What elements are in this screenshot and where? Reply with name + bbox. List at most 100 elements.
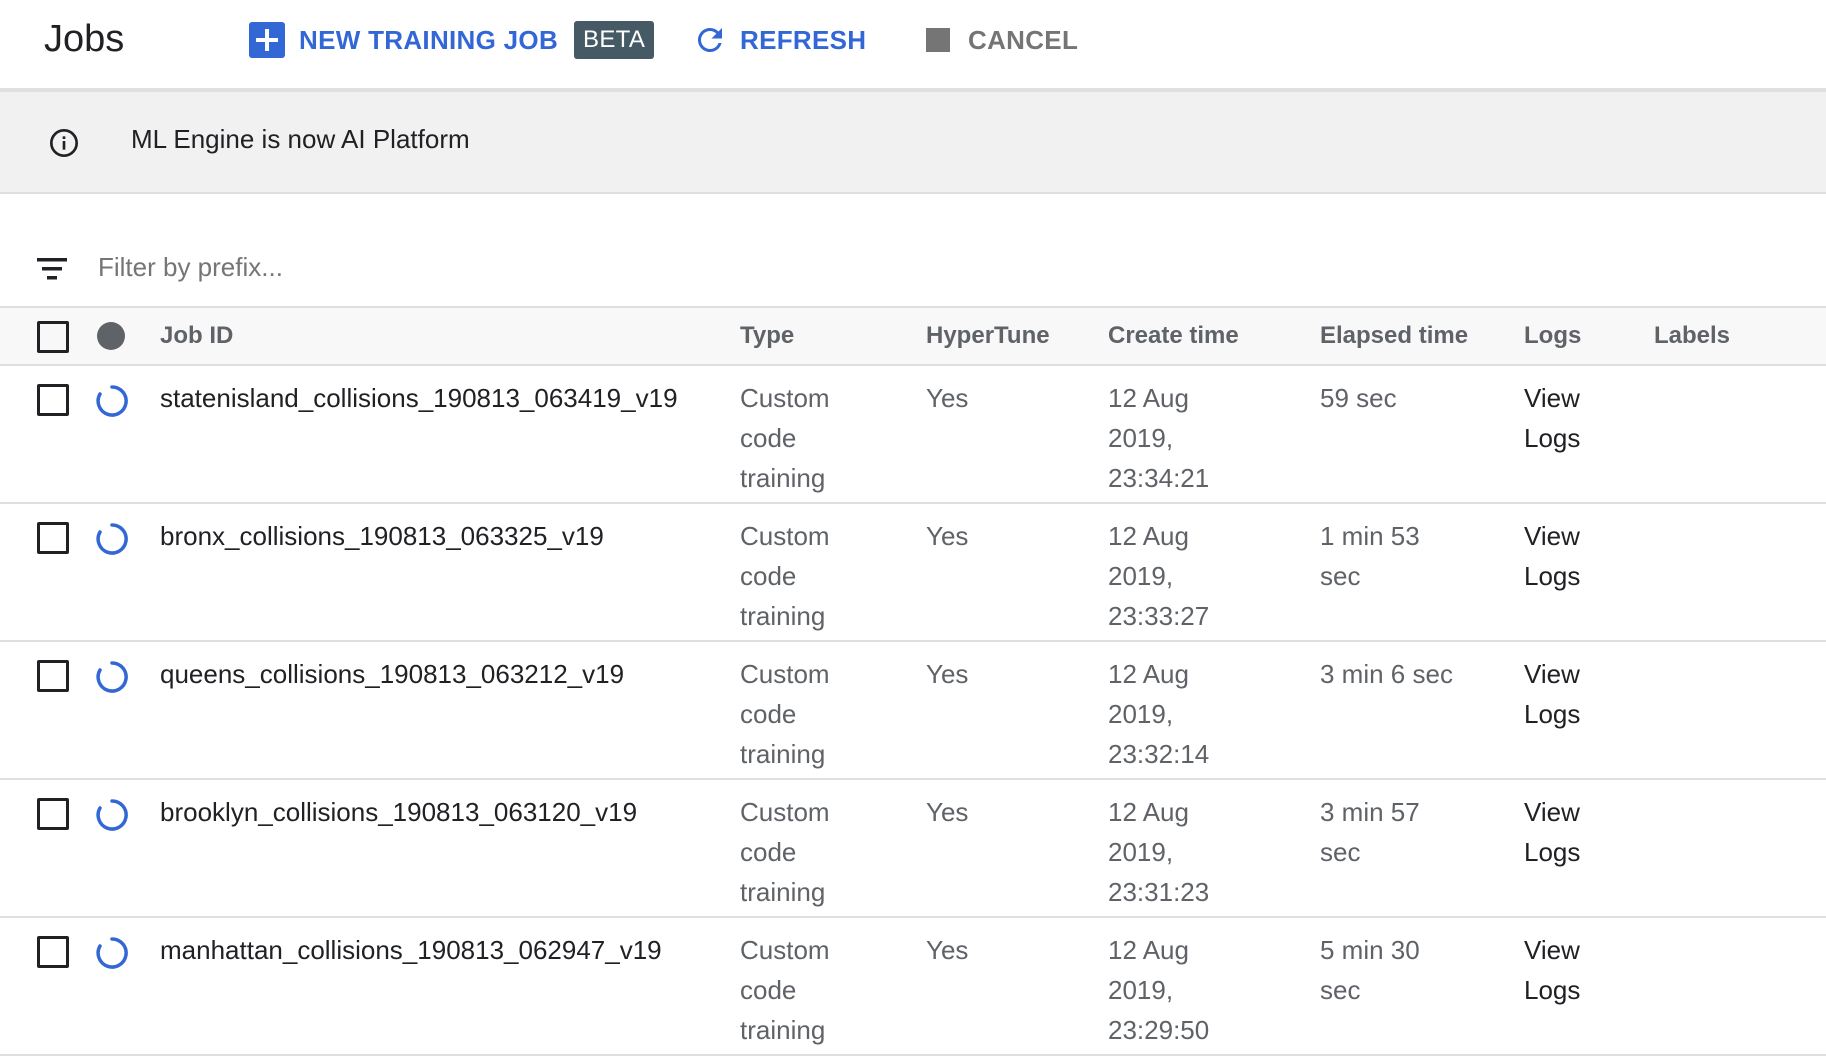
- elapsed-time-cell: 5 min 30 sec: [1320, 930, 1460, 1010]
- table-row[interactable]: brooklyn_collisions_190813_063120_v19 Cus…: [0, 780, 1826, 918]
- job-type-cell-line: Custom: [740, 797, 830, 827]
- elapsed-time-cell-line: 1 min 53: [1320, 521, 1420, 551]
- job-type-cell-line: Custom: [740, 935, 830, 965]
- view-logs-link[interactable]: View Logs: [1524, 792, 1604, 872]
- view-logs-link[interactable]: View Logs: [1524, 930, 1604, 1010]
- job-type-cell-line: code: [740, 423, 797, 453]
- row-checkbox[interactable]: [37, 522, 69, 554]
- row-checkbox[interactable]: [37, 936, 69, 968]
- refresh-icon: [698, 27, 722, 52]
- column-header-hypertune[interactable]: HyperTune: [926, 322, 1050, 350]
- job-type-cell-line: training: [740, 739, 826, 769]
- create-time-cell-line: 2019,: [1108, 699, 1174, 729]
- create-time-cell-line: 23:34:21: [1108, 463, 1210, 493]
- table-header: Job ID Type HyperTune Create time Elapse…: [0, 308, 1826, 366]
- view-logs-link-line: View: [1524, 521, 1580, 551]
- table-row[interactable]: bronx_collisions_190813_063325_v19 Custom…: [0, 504, 1826, 642]
- elapsed-time-cell-line: 3 min 57: [1320, 797, 1420, 827]
- table-row[interactable]: manhattan_collisions_190813_062947_v19 Cu…: [0, 918, 1826, 1056]
- job-type-cell-line: Custom: [740, 383, 830, 413]
- create-time-cell: 12 Aug 2019, 23:33:27: [1108, 516, 1248, 636]
- spinner-icon: [96, 385, 128, 417]
- job-type-cell-line: training: [740, 1015, 826, 1045]
- create-time-cell-line: 12 Aug: [1108, 797, 1189, 827]
- job-type-cell: Custom code training: [740, 792, 880, 912]
- view-logs-link-line: Logs: [1524, 699, 1581, 729]
- job-type-cell-line: code: [740, 699, 797, 729]
- view-logs-link[interactable]: View Logs: [1524, 654, 1604, 734]
- view-logs-link-line: View: [1524, 383, 1580, 413]
- create-time-cell-line: 12 Aug: [1108, 383, 1189, 413]
- job-type-cell-line: code: [740, 837, 797, 867]
- select-all-checkbox[interactable]: [37, 321, 69, 353]
- hypertune-cell: Yes: [926, 797, 969, 827]
- create-time-cell-line: 23:31:23: [1108, 877, 1210, 907]
- column-header-elapsed-time[interactable]: Elapsed time: [1320, 322, 1468, 350]
- column-header-labels: Labels: [1654, 322, 1731, 349]
- job-id-link[interactable]: manhattan_collisions_190813_062947_v19: [160, 930, 662, 970]
- page-title: Jobs: [44, 18, 125, 60]
- view-logs-link-line: Logs: [1524, 423, 1581, 453]
- view-logs-link-line: Logs: [1524, 975, 1581, 1005]
- job-type-cell: Custom code training: [740, 516, 880, 636]
- create-time-cell-line: 2019,: [1108, 975, 1174, 1005]
- row-checkbox[interactable]: [37, 660, 69, 692]
- view-logs-link[interactable]: View Logs: [1524, 516, 1604, 596]
- row-checkbox[interactable]: [37, 798, 69, 830]
- elapsed-time-cell: 3 min 57 sec: [1320, 792, 1460, 872]
- job-type-cell: Custom code training: [740, 654, 880, 774]
- column-header-type[interactable]: Type: [740, 322, 794, 350]
- spinner-icon: [96, 523, 128, 555]
- create-time-cell: 12 Aug 2019, 23:31:23: [1108, 792, 1248, 912]
- elapsed-time-cell: 1 min 53 sec: [1320, 516, 1460, 596]
- job-type-cell-line: Custom: [740, 659, 830, 689]
- new-training-job-label: NEW TRAINING JOB: [299, 24, 559, 55]
- filter-input[interactable]: [96, 246, 700, 288]
- hypertune-cell: Yes: [926, 935, 969, 965]
- create-time-cell-line: 2019,: [1108, 837, 1174, 867]
- job-type-cell-line: code: [740, 561, 797, 591]
- cancel-button[interactable]: CANCEL: [926, 20, 1078, 60]
- column-header-create-time[interactable]: Create time: [1108, 322, 1239, 350]
- view-logs-link[interactable]: View Logs: [1524, 378, 1604, 458]
- job-id-link[interactable]: statenisland_collisions_190813_063419_v1…: [160, 378, 678, 418]
- elapsed-time-cell: 3 min 6 sec: [1320, 654, 1460, 694]
- row-checkbox[interactable]: [37, 384, 69, 416]
- create-time-cell: 12 Aug 2019, 23:34:21: [1108, 378, 1248, 498]
- job-id-link[interactable]: bronx_collisions_190813_063325_v19: [160, 516, 604, 556]
- job-type-cell-line: Custom: [740, 521, 830, 551]
- filter-bar: [0, 194, 1826, 308]
- refresh-button[interactable]: REFRESH: [692, 20, 866, 60]
- spinner-icon: [96, 937, 128, 969]
- new-training-job-button[interactable]: NEW TRAINING JOB BETA: [249, 20, 655, 60]
- view-logs-link-line: View: [1524, 797, 1580, 827]
- create-time-cell-line: 23:33:27: [1108, 601, 1210, 631]
- job-id-link[interactable]: queens_collisions_190813_063212_v19: [160, 654, 624, 694]
- spinner-icon: [96, 799, 128, 831]
- elapsed-time-cell-line: 59 sec: [1320, 383, 1397, 413]
- stop-icon: [926, 28, 950, 52]
- job-type-cell: Custom code training: [740, 930, 880, 1050]
- column-header-job-id[interactable]: Job ID: [160, 322, 233, 350]
- job-type-cell-line: training: [740, 601, 826, 631]
- info-icon: [50, 129, 78, 157]
- elapsed-time-cell-line: sec: [1320, 837, 1361, 867]
- beta-badge: BETA: [574, 21, 655, 59]
- filter-list-icon[interactable]: [37, 258, 67, 280]
- hypertune-cell: Yes: [926, 659, 969, 689]
- hypertune-cell: Yes: [926, 521, 969, 551]
- table-row[interactable]: statenisland_collisions_190813_063419_v1…: [0, 366, 1826, 504]
- cancel-label: CANCEL: [968, 24, 1079, 55]
- spinner-icon: [96, 661, 128, 693]
- job-type-cell-line: code: [740, 975, 797, 1005]
- job-type-cell-line: training: [740, 463, 826, 493]
- create-time-cell-line: 12 Aug: [1108, 521, 1189, 551]
- elapsed-time-cell-line: 5 min 30: [1320, 935, 1420, 965]
- job-id-link[interactable]: brooklyn_collisions_190813_063120_v19: [160, 792, 637, 832]
- job-type-cell: Custom code training: [740, 378, 880, 498]
- info-banner: ML Engine is now AI Platform: [0, 92, 1826, 194]
- jobs-table: Job ID Type HyperTune Create time Elapse…: [0, 308, 1826, 1056]
- column-header-logs: Logs: [1524, 322, 1582, 349]
- toolbar: Jobs NEW TRAINING JOB BETA REFRESH CANCE…: [0, 0, 1826, 92]
- table-row[interactable]: queens_collisions_190813_063212_v19 Custo…: [0, 642, 1826, 780]
